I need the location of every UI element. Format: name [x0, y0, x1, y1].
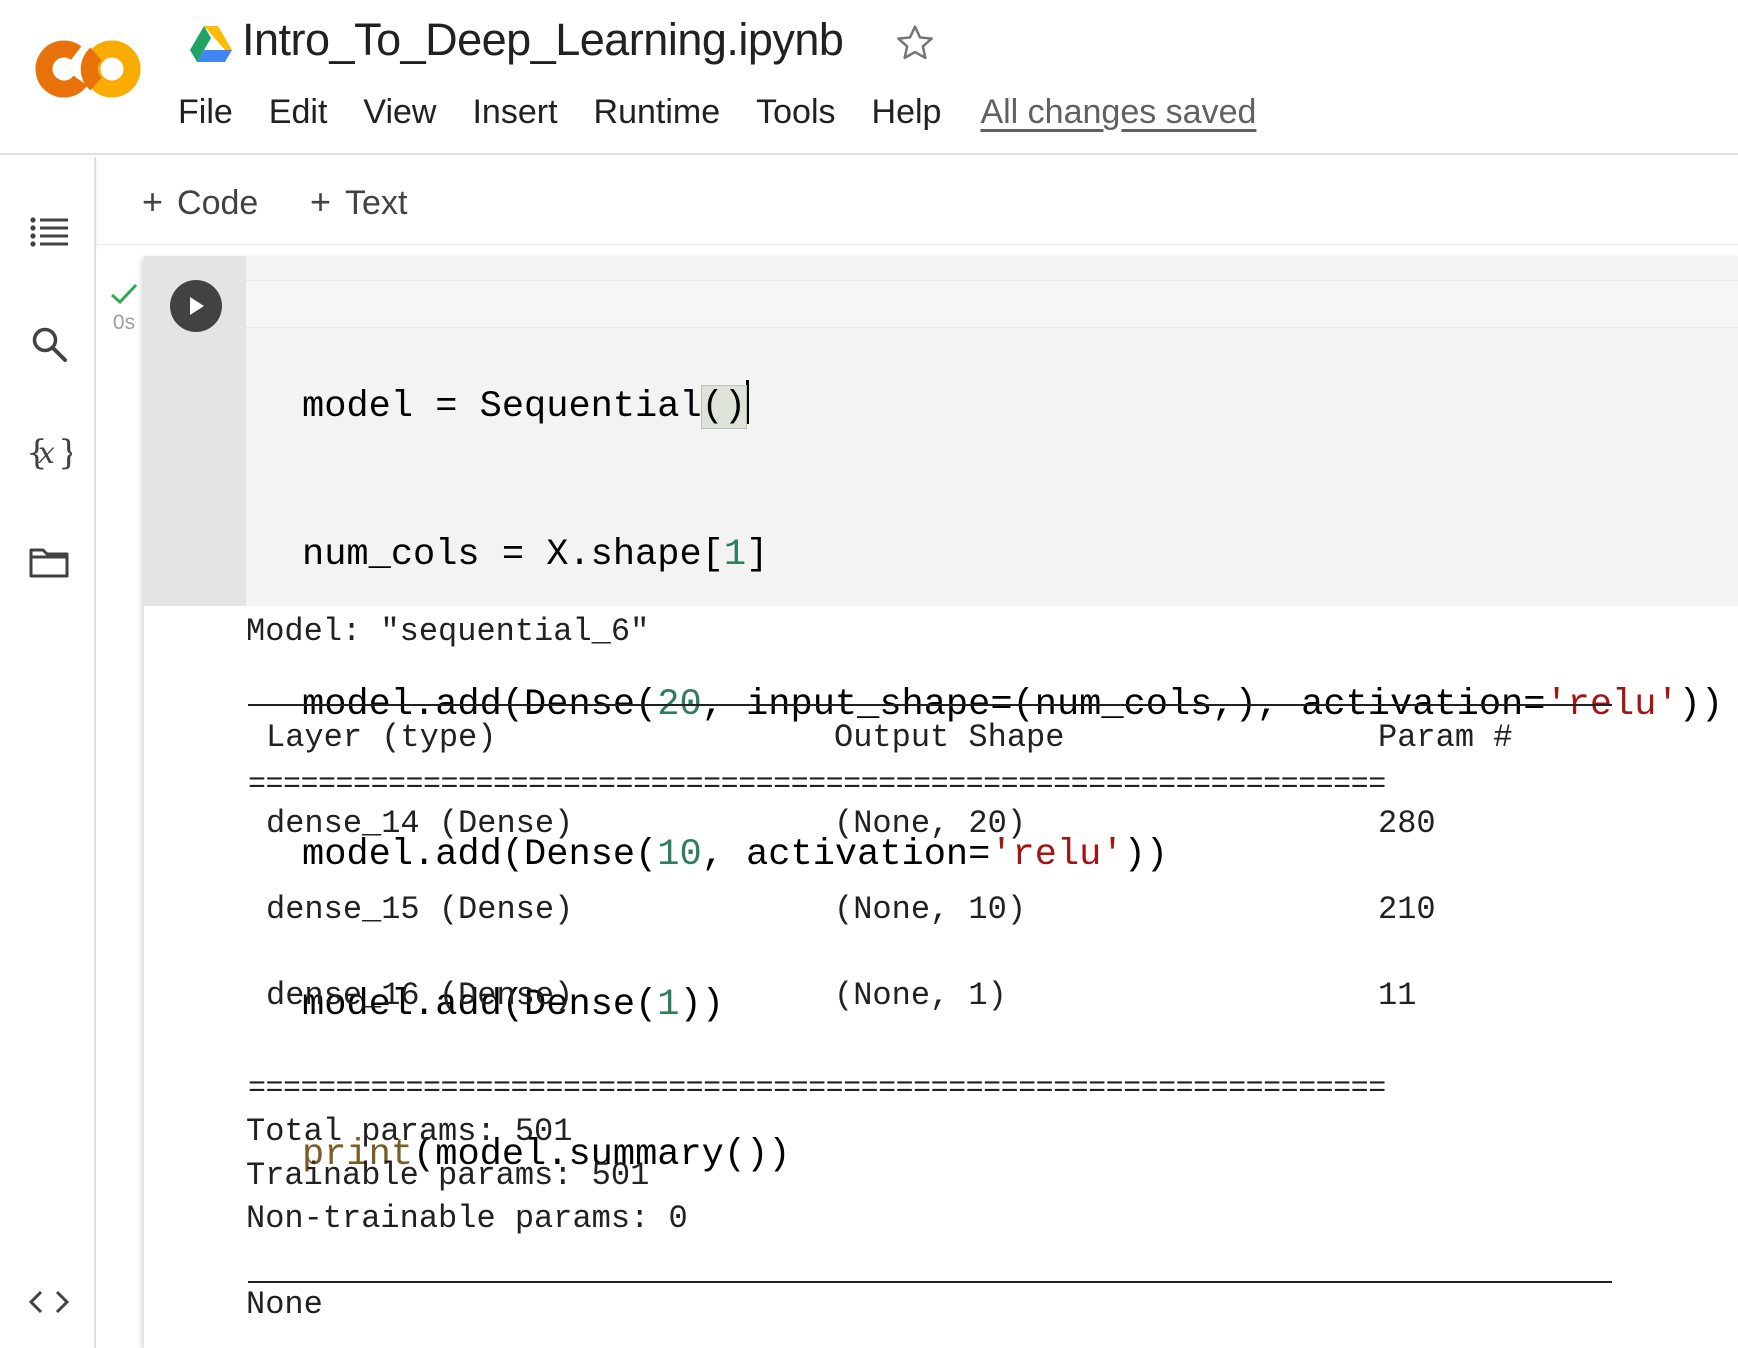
play-icon: [190, 297, 204, 315]
menu-edit[interactable]: Edit: [269, 93, 328, 132]
table-of-contents-icon[interactable]: [26, 209, 72, 255]
plus-icon: +: [142, 181, 164, 222]
colab-logo[interactable]: [34, 36, 142, 102]
files-icon[interactable]: [26, 539, 72, 585]
code-line: num_cols = X.shape[1]: [302, 534, 769, 576]
menu-insert[interactable]: Insert: [472, 93, 557, 132]
double-separator: ========================================…: [248, 772, 1386, 798]
star-icon[interactable]: [892, 20, 938, 66]
add-text-label: Text: [345, 184, 408, 222]
row-layer: dense_16 (Dense): [266, 977, 574, 1014]
notebook-toolbar: + Code + Text: [98, 157, 1738, 245]
text-cursor: [746, 380, 750, 424]
left-sidebar: { x }: [0, 157, 96, 1348]
menu-bar: File Edit View Insert Runtime Tools Help…: [178, 93, 1256, 132]
cell-gutter: [144, 256, 246, 606]
row-shape: (None, 20): [834, 805, 1027, 842]
menu-runtime[interactable]: Runtime: [594, 93, 721, 132]
menu-tools[interactable]: Tools: [756, 93, 835, 132]
row-shape: (None, 10): [834, 891, 1027, 928]
header-params: Param #: [1378, 719, 1513, 756]
row-params: 11: [1378, 977, 1417, 1014]
add-code-label: Code: [177, 184, 259, 222]
code-snippets-icon[interactable]: [26, 1279, 72, 1325]
check-icon: [111, 283, 138, 305]
notebook-title[interactable]: Intro_To_Deep_Learning.ipynb: [242, 14, 844, 66]
row-shape: (None, 1): [834, 977, 1007, 1014]
trainable-params: Trainable params: 501: [246, 1157, 650, 1194]
non-trainable-params: Non-trainable params: 0: [246, 1200, 688, 1237]
row-layer: dense_15 (Dense): [266, 891, 574, 928]
output-rule: [248, 704, 1612, 706]
code-cell[interactable]: model = Sequential() num_cols = X.shape[…: [144, 256, 1738, 1348]
code-line: model = Sequential(): [302, 380, 1723, 430]
variables-icon[interactable]: { x }: [26, 431, 72, 477]
add-code-button[interactable]: + Code: [142, 181, 258, 223]
svg-text:}: }: [58, 434, 72, 473]
menu-help[interactable]: Help: [872, 93, 942, 132]
execution-status: 0s: [104, 282, 144, 335]
print-result: None: [246, 1286, 323, 1323]
execution-time: 0s: [112, 311, 136, 334]
menu-file[interactable]: File: [178, 93, 233, 132]
menu-view[interactable]: View: [363, 93, 436, 132]
save-status-link[interactable]: All changes saved: [980, 93, 1256, 132]
run-cell-button[interactable]: [170, 280, 222, 332]
google-drive-icon: [190, 26, 232, 62]
plus-icon: +: [310, 181, 332, 222]
model-name-line: Model: "sequential_6": [246, 613, 650, 650]
svg-text:x: x: [38, 436, 55, 471]
add-text-button[interactable]: + Text: [310, 181, 407, 223]
row-layer: dense_14 (Dense): [266, 805, 574, 842]
total-params: Total params: 501: [246, 1113, 573, 1150]
search-icon[interactable]: [26, 321, 72, 367]
row-params: 210: [1378, 891, 1436, 928]
header-layer: Layer (type): [266, 719, 497, 756]
output-rule: [248, 1281, 1612, 1283]
row-params: 280: [1378, 805, 1436, 842]
header-shape: Output Shape: [834, 719, 1065, 756]
double-separator: ========================================…: [248, 1076, 1386, 1102]
header: Intro_To_Deep_Learning.ipynb File Edit V…: [0, 0, 1738, 155]
